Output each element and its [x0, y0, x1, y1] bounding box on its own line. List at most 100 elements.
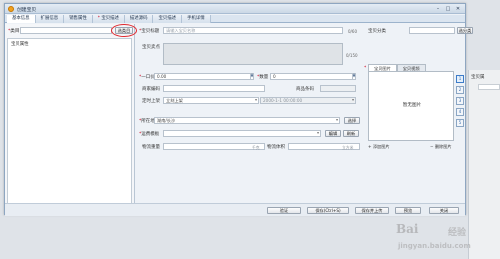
- volume-label: 物流体积: [267, 145, 285, 150]
- chevron-down-icon[interactable]: ▾: [254, 98, 258, 103]
- app-icon: [8, 6, 14, 12]
- delete-image-label: 删除图片: [434, 144, 452, 149]
- volume-unit: 立方米: [342, 145, 354, 150]
- merchant-code-input[interactable]: [163, 85, 265, 92]
- calendar-dropdown-icon[interactable]: ▾: [351, 98, 355, 103]
- title-bar[interactable]: 创建宝贝 – □ ✕: [5, 4, 465, 14]
- watermark-logo: Bai: [396, 222, 419, 236]
- save-button[interactable]: 保存(Ctrl+S): [307, 207, 349, 214]
- tab-item-images[interactable]: 宝贝图片: [368, 64, 397, 71]
- tab-bar: 基本信息 扩展信息 销售属性 * 宝贝描述 描述源码 宝贝描述 手机详情: [5, 15, 465, 23]
- location-select-button[interactable]: 选择: [344, 117, 360, 124]
- selling-points-label: 宝贝卖点: [142, 45, 160, 50]
- save-upload-button[interactable]: 保存并上传: [355, 207, 389, 214]
- background-tab-label: 宝贝属: [471, 75, 485, 80]
- highlight-circle: [111, 24, 137, 37]
- location-input[interactable]: 湖南/长沙: [154, 117, 340, 124]
- attributes-panel: 宝贝属性: [7, 38, 132, 212]
- close-icon[interactable]: ✕: [454, 6, 462, 12]
- tab-label: 手机详情: [187, 16, 205, 21]
- category-input[interactable]: [20, 27, 112, 34]
- no-image-placeholder: 暂无图片: [402, 103, 422, 108]
- watermark: Bai 经验 jingyan.baidu.com: [396, 222, 492, 256]
- right-panel: 宝贝分类 选分类 * 宝贝图片 宝贝视频 暂无图片 1 2 3 4 5 + 添加…: [364, 24, 473, 196]
- chevron-down-icon[interactable]: ▾: [335, 118, 339, 123]
- selling-points-textarea[interactable]: [163, 43, 343, 65]
- tab-extended-info[interactable]: 扩展信息: [35, 15, 65, 23]
- footer-bar: 验证 保存(Ctrl+S) 保存并上传 预览 关闭: [5, 203, 465, 216]
- listing-time-input[interactable]: 2000-1-1 00:00:00: [260, 97, 356, 104]
- item-category-input[interactable]: [409, 27, 455, 34]
- quantity-label-text: 数量: [259, 75, 269, 80]
- tab-label: 宝贝描述: [101, 16, 119, 21]
- tab-label: 宝贝描述: [158, 16, 177, 21]
- title-label: *宝贝标题: [139, 28, 159, 34]
- weight-unit: 千克: [252, 145, 260, 150]
- form-panel: *宝贝标题 请输入宝贝名称 0/60 宝贝卖点 0/150 *一口价 0.00 …: [136, 24, 364, 196]
- title-label-text: 宝贝标题: [141, 29, 160, 34]
- left-panel: *类目 选类目 宝贝属性: [5, 24, 137, 216]
- image-slot-button[interactable]: 2: [456, 86, 464, 94]
- selling-points-counter: 0/150: [346, 53, 358, 58]
- tab-description-source[interactable]: 描述源码: [124, 15, 154, 23]
- location-label: *所在地: [139, 118, 155, 124]
- create-item-dialog: 创建宝贝 – □ ✕ 基本信息 扩展信息 销售属性 * 宝贝描述 描述源码 宝贝…: [4, 3, 473, 216]
- tab-item-video[interactable]: 宝贝视频: [396, 64, 426, 71]
- barcode-input[interactable]: [320, 85, 356, 92]
- quantity-spinner-icon[interactable]: ▲ ▼: [352, 73, 355, 79]
- quantity-label: *数量: [257, 74, 268, 80]
- delete-image-button[interactable]: − 删除图片: [430, 144, 452, 150]
- shipping-template-label: *运费模板: [139, 131, 159, 137]
- add-image-label: 添加图片: [372, 144, 390, 149]
- minimize-icon[interactable]: –: [434, 6, 442, 12]
- tab-item-description-2[interactable]: 宝贝描述: [153, 15, 183, 23]
- add-image-button[interactable]: + 添加图片: [368, 144, 390, 150]
- quantity-input[interactable]: 0: [270, 73, 356, 80]
- tab-label: 基本信息: [12, 16, 30, 21]
- location-label-text: 所在地: [141, 119, 155, 124]
- edit-template-button[interactable]: 编辑: [325, 130, 341, 137]
- weight-input[interactable]: [163, 143, 265, 150]
- category-label: *类目: [8, 28, 20, 34]
- category-label-text: 类目: [10, 29, 20, 34]
- image-slot-button[interactable]: 1: [456, 75, 464, 83]
- maximize-icon[interactable]: □: [444, 6, 452, 12]
- shipping-template-select[interactable]: [163, 130, 321, 137]
- title-counter: 0/60: [348, 29, 357, 34]
- background-field: [478, 84, 500, 90]
- verify-button[interactable]: 验证: [267, 207, 301, 214]
- image-slot-buttons: 1 2 3 4 5: [456, 75, 464, 127]
- tab-label: 销售属性: [69, 16, 87, 21]
- image-slot-button[interactable]: 4: [456, 108, 464, 116]
- price-label-text: 一口价: [141, 75, 155, 80]
- merchant-code-label: 商家编码: [142, 87, 160, 92]
- title-input[interactable]: 请输入宝贝名称: [163, 27, 343, 34]
- tab-label: 扩展信息: [40, 16, 59, 21]
- refresh-template-button[interactable]: 刷新: [343, 130, 359, 137]
- price-spinner-icon[interactable]: ▲ ▼: [250, 73, 253, 79]
- attributes-label: 宝贝属性: [11, 42, 29, 47]
- listing-label: 定时上架: [142, 99, 160, 104]
- tab-sales-attributes[interactable]: 销售属性: [64, 15, 93, 23]
- close-button[interactable]: 关闭: [429, 207, 459, 214]
- item-category-label: 宝贝分类: [368, 29, 386, 34]
- chevron-down-icon[interactable]: ▾: [316, 131, 320, 136]
- price-label: *一口价: [139, 74, 155, 80]
- tab-basic-info[interactable]: 基本信息: [7, 15, 36, 23]
- window-title: 创建宝贝: [17, 8, 37, 13]
- tab-item-description[interactable]: * 宝贝描述: [92, 15, 125, 23]
- image-slot-button[interactable]: 5: [456, 119, 464, 127]
- watermark-url: jingyan.baidu.com: [398, 242, 471, 250]
- image-preview: 暂无图片: [368, 71, 454, 141]
- tab-mobile-details[interactable]: 手机详情: [182, 15, 211, 23]
- tab-label: 描述源码: [129, 16, 148, 21]
- image-slot-button[interactable]: 3: [456, 97, 464, 105]
- price-input[interactable]: 0.00: [154, 73, 254, 80]
- image-tabs: 宝贝图片 宝贝视频: [368, 64, 426, 71]
- required-marker: *: [364, 66, 367, 71]
- barcode-label: 商品条码: [296, 87, 314, 92]
- watermark-text: 经验: [448, 228, 467, 238]
- preview-button[interactable]: 预览: [395, 207, 421, 214]
- select-item-category-button[interactable]: 选分类: [457, 27, 473, 34]
- listing-select[interactable]: 立刻上架: [163, 97, 259, 104]
